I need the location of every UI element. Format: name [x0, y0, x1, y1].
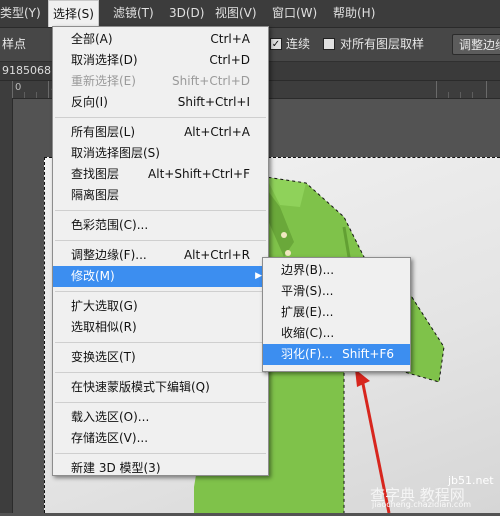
ruler-minor-tick — [24, 92, 25, 98]
menu-item-inverse[interactable]: 反向(I) Shift+Ctrl+I — [53, 92, 268, 113]
submenu-item-feather[interactable]: 羽化(F)... Shift+F6 — [263, 344, 410, 365]
menu-item-label: 全部(A) — [71, 32, 113, 46]
submenu-item-expand[interactable]: 扩展(E)... — [263, 302, 410, 323]
ruler-tick — [12, 81, 13, 98]
menu-item-shortcut: Shift+Ctrl+I — [177, 95, 250, 109]
menu-item-shortcut: Ctrl+D — [209, 53, 250, 67]
menu-item-label: 收缩(C)... — [281, 326, 335, 340]
menu-item-label: 调整边缘(F)... — [71, 248, 147, 262]
ruler-minor-tick — [460, 92, 461, 98]
ruler-tick — [486, 81, 487, 98]
sample-all-layers-label: 对所有图层取样 — [340, 37, 425, 51]
menu-item-shortcut: Alt+Shift+Ctrl+F — [148, 167, 250, 181]
submenu-item-smooth[interactable]: 平滑(S)... — [263, 281, 410, 302]
menu-separator — [55, 342, 266, 343]
menu-item-label: 重新选择(E) — [71, 74, 136, 88]
menu-item-label: 变换选区(T) — [71, 350, 136, 364]
ruler-minor-tick — [36, 92, 37, 98]
ruler-tick — [48, 81, 49, 98]
contiguous-label: 连续 — [286, 37, 311, 51]
menu-type[interactable]: 类型(Y) — [0, 0, 41, 27]
menu-item-color-range[interactable]: 色彩范围(C)... — [53, 215, 268, 236]
menu-item-label: 隔离图层 — [71, 188, 120, 202]
menu-item-label: 取消选择图层(S) — [71, 146, 160, 160]
menu-item-save-selection[interactable]: 存储选区(V)... — [53, 428, 268, 449]
menu-item-find-layers[interactable]: 查找图层 Alt+Shift+Ctrl+F — [53, 164, 268, 185]
menu-window[interactable]: 窗口(W) — [272, 0, 317, 27]
menu-item-label: 平滑(S)... — [281, 284, 334, 298]
menu-separator — [55, 117, 266, 118]
submenu-item-border[interactable]: 边界(B)... — [263, 260, 410, 281]
menu-item-label: 边界(B)... — [281, 263, 335, 277]
menu-item-label: 选取相似(R) — [71, 320, 137, 334]
submenu-arrow-icon: ▶ — [255, 271, 262, 281]
menu-item-label: 反向(I) — [71, 95, 108, 109]
menu-separator — [55, 402, 266, 403]
menu-item-deselect[interactable]: 取消选择(D) Ctrl+D — [53, 50, 268, 71]
watermark-url: jiaocheng.chazidian.com — [372, 500, 472, 509]
menu-item-label: 羽化(F)... — [281, 347, 333, 361]
menu-item-transform-selection[interactable]: 变换选区(T) — [53, 347, 268, 368]
menu-item-deselect-layers[interactable]: 取消选择图层(S) — [53, 143, 268, 164]
menu-item-shortcut: Shift+F6 — [342, 347, 394, 361]
menu-item-refine-edge[interactable]: 调整边缘(F)... Alt+Ctrl+R — [53, 245, 268, 266]
menubar: 类型(Y) 选择(S) 滤镜(T) 3D(D) 视图(V) 窗口(W) 帮助(H… — [0, 0, 500, 28]
contiguous-checkbox[interactable]: ✓ — [270, 38, 282, 50]
menu-item-modify[interactable]: 修改(M) ▶ — [53, 266, 268, 287]
menu-item-shortcut: Alt+Ctrl+A — [184, 125, 250, 139]
menu-item-label: 所有图层(L) — [71, 125, 136, 139]
select-menu: 全部(A) Ctrl+A 取消选择(D) Ctrl+D 重新选择(E) Shift+C… — [52, 26, 269, 476]
vertical-ruler[interactable] — [0, 98, 13, 513]
menu-item-quick-mask[interactable]: 在快速蒙版模式下编辑(Q) — [53, 377, 268, 398]
menu-separator — [55, 210, 266, 211]
menu-item-isolate-layers[interactable]: 隔离图层 — [53, 185, 268, 206]
menu-item-new-3d-model[interactable]: 新建 3D 模型(3) — [53, 458, 268, 479]
menu-item-label: 载入选区(O)... — [71, 410, 150, 424]
menu-item-label: 色彩范围(C)... — [71, 218, 149, 232]
ruler-minor-tick — [448, 92, 449, 98]
menu-item-shortcut: Alt+Ctrl+R — [183, 248, 250, 262]
menu-item-label: 新建 3D 模型(3) — [71, 461, 161, 475]
menu-item-load-selection[interactable]: 载入选区(O)... — [53, 407, 268, 428]
menu-3d[interactable]: 3D(D) — [169, 0, 204, 27]
menu-item-label: 扩展(E)... — [281, 305, 334, 319]
sample-size-label[interactable]: 样点 — [2, 28, 26, 61]
menu-item-all-layers[interactable]: 所有图层(L) Alt+Ctrl+A — [53, 122, 268, 143]
menu-select[interactable]: 选择(S) — [48, 0, 99, 27]
submenu-item-contract[interactable]: 收缩(C)... — [263, 323, 410, 344]
menu-separator — [55, 372, 266, 373]
menu-item-grow[interactable]: 扩大选取(G) — [53, 296, 268, 317]
menu-item-label: 修改(M) — [71, 269, 115, 283]
menu-item-shortcut: Shift+Ctrl+D — [172, 74, 250, 88]
refine-edge-button[interactable]: 调整边缘... — [452, 34, 500, 55]
menu-help[interactable]: 帮助(H) — [333, 0, 375, 27]
menu-view[interactable]: 视图(V) — [215, 0, 257, 27]
menu-item-label: 取消选择(D) — [71, 53, 138, 67]
menu-filter[interactable]: 滤镜(T) — [113, 0, 154, 27]
menu-item-label: 在快速蒙版模式下编辑(Q) — [71, 380, 210, 394]
menu-item-reselect: 重新选择(E) Shift+Ctrl+D — [53, 71, 268, 92]
document-title: 9185068 — [2, 64, 51, 77]
ruler-label: 0 — [15, 82, 22, 93]
menu-item-label: 存储选区(V)... — [71, 431, 149, 445]
menu-item-select-all[interactable]: 全部(A) Ctrl+A — [53, 29, 268, 50]
modify-submenu: 边界(B)... 平滑(S)... 扩展(E)... 收缩(C)... 羽化(F… — [262, 257, 411, 372]
sample-all-layers-checkbox[interactable] — [323, 38, 335, 50]
ruler-minor-tick — [472, 92, 473, 98]
menu-item-similar[interactable]: 选取相似(R) — [53, 317, 268, 338]
menu-item-shortcut: Ctrl+A — [210, 32, 250, 46]
menu-item-label: 查找图层 — [71, 167, 120, 181]
menu-separator — [55, 291, 266, 292]
menu-separator — [55, 240, 266, 241]
ruler-tick — [436, 81, 437, 98]
menu-separator — [55, 453, 266, 454]
menu-item-label: 扩大选取(G) — [71, 299, 138, 313]
